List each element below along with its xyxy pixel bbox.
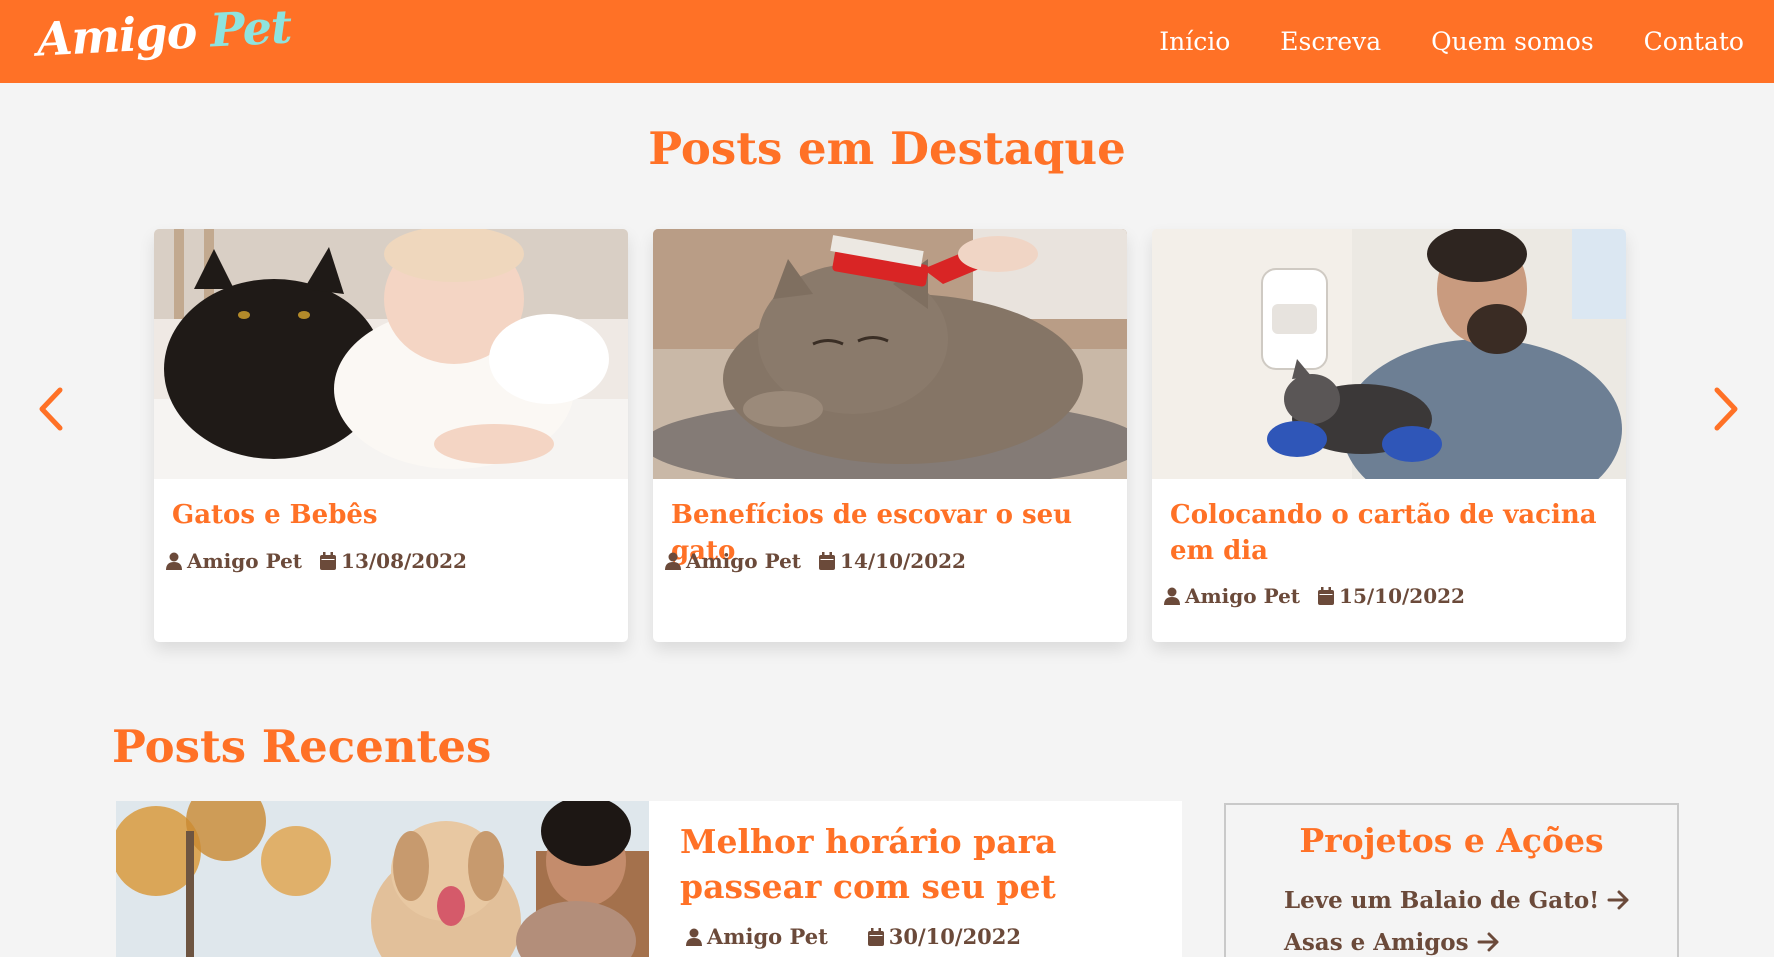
arrow-right-icon (1607, 890, 1629, 910)
calendar-icon (867, 927, 884, 946)
featured-card-date: 15/10/2022 (1339, 584, 1465, 608)
featured-card-image (154, 229, 628, 479)
featured-card-title: Colocando o cartão de vacina em dia (1170, 500, 1597, 566)
project-link-label: Asas e Amigos (1284, 929, 1469, 956)
user-icon (665, 552, 681, 570)
recent-post-meta: Amigo Pet 30/10/2022 (686, 924, 1021, 949)
featured-card[interactable]: Benefícios de escovar o seu gato Amigo P… (653, 229, 1127, 642)
recent-post-date: 30/10/2022 (888, 924, 1022, 949)
user-icon (1164, 587, 1180, 605)
calendar-icon (320, 552, 337, 570)
logo-word-pet: Pet (208, 0, 293, 58)
featured-card-meta: Amigo Pet 14/10/2022 (665, 549, 966, 573)
recent-post-card[interactable]: Melhor horário para passear com seu pet … (116, 801, 1182, 957)
recent-post-author: Amigo Pet (707, 924, 828, 949)
site-logo[interactable]: Amigo Pet (35, 0, 293, 83)
featured-card[interactable]: Colocando o cartão de vacina em dia Amig… (1152, 229, 1626, 642)
project-link-asas-e-amigos[interactable]: Asas e Amigos (1284, 929, 1501, 956)
arrow-right-icon (1477, 932, 1499, 952)
projects-panel: Projetos e Ações Leve um Balaio de Gato!… (1224, 803, 1679, 957)
nav-link-quem-somos[interactable]: Quem somos (1431, 27, 1594, 56)
project-link-balaio-de-gato[interactable]: Leve um Balaio de Gato! (1284, 887, 1631, 914)
featured-card-author: Amigo Pet (187, 549, 303, 573)
featured-card-meta: Amigo Pet 13/08/2022 (166, 549, 467, 573)
logo-word-amigo: Amigo (35, 4, 198, 67)
user-icon (166, 552, 182, 570)
featured-card-date: 14/10/2022 (840, 549, 966, 573)
nav-link-inicio[interactable]: Início (1159, 27, 1230, 56)
user-icon (686, 928, 702, 946)
featured-card[interactable]: Gatos e Bebês Amigo Pet 13/08/2022 (154, 229, 628, 642)
project-link-label: Leve um Balaio de Gato! (1284, 887, 1600, 914)
carousel-next-button[interactable] (1707, 384, 1747, 434)
featured-card-author: Amigo Pet (1185, 584, 1301, 608)
recent-heading: Posts Recentes (112, 720, 492, 773)
projects-heading: Projetos e Ações (1299, 821, 1604, 860)
featured-card-author: Amigo Pet (686, 549, 802, 573)
featured-card-image (1152, 229, 1626, 479)
recent-post-image (116, 801, 649, 957)
featured-card-title: Gatos e Bebês (172, 500, 378, 530)
calendar-icon (1318, 587, 1335, 605)
top-navbar: Amigo Pet Início Escreva Quem somos Cont… (0, 0, 1774, 83)
carousel-prev-button[interactable] (30, 384, 70, 434)
chevron-left-icon (39, 387, 63, 431)
nav-link-contato[interactable]: Contato (1644, 27, 1744, 56)
featured-card-meta: Amigo Pet 15/10/2022 (1164, 584, 1465, 608)
recent-post-title: Melhor horário para passear com seu pet (680, 822, 1057, 906)
featured-heading: Posts em Destaque (648, 122, 1126, 175)
featured-card-image (653, 229, 1127, 479)
chevron-right-icon (1714, 387, 1738, 431)
featured-card-date: 13/08/2022 (341, 549, 467, 573)
calendar-icon (819, 552, 836, 570)
nav-link-escreva[interactable]: Escreva (1280, 27, 1381, 56)
main-nav: Início Escreva Quem somos Contato (1109, 0, 1744, 83)
